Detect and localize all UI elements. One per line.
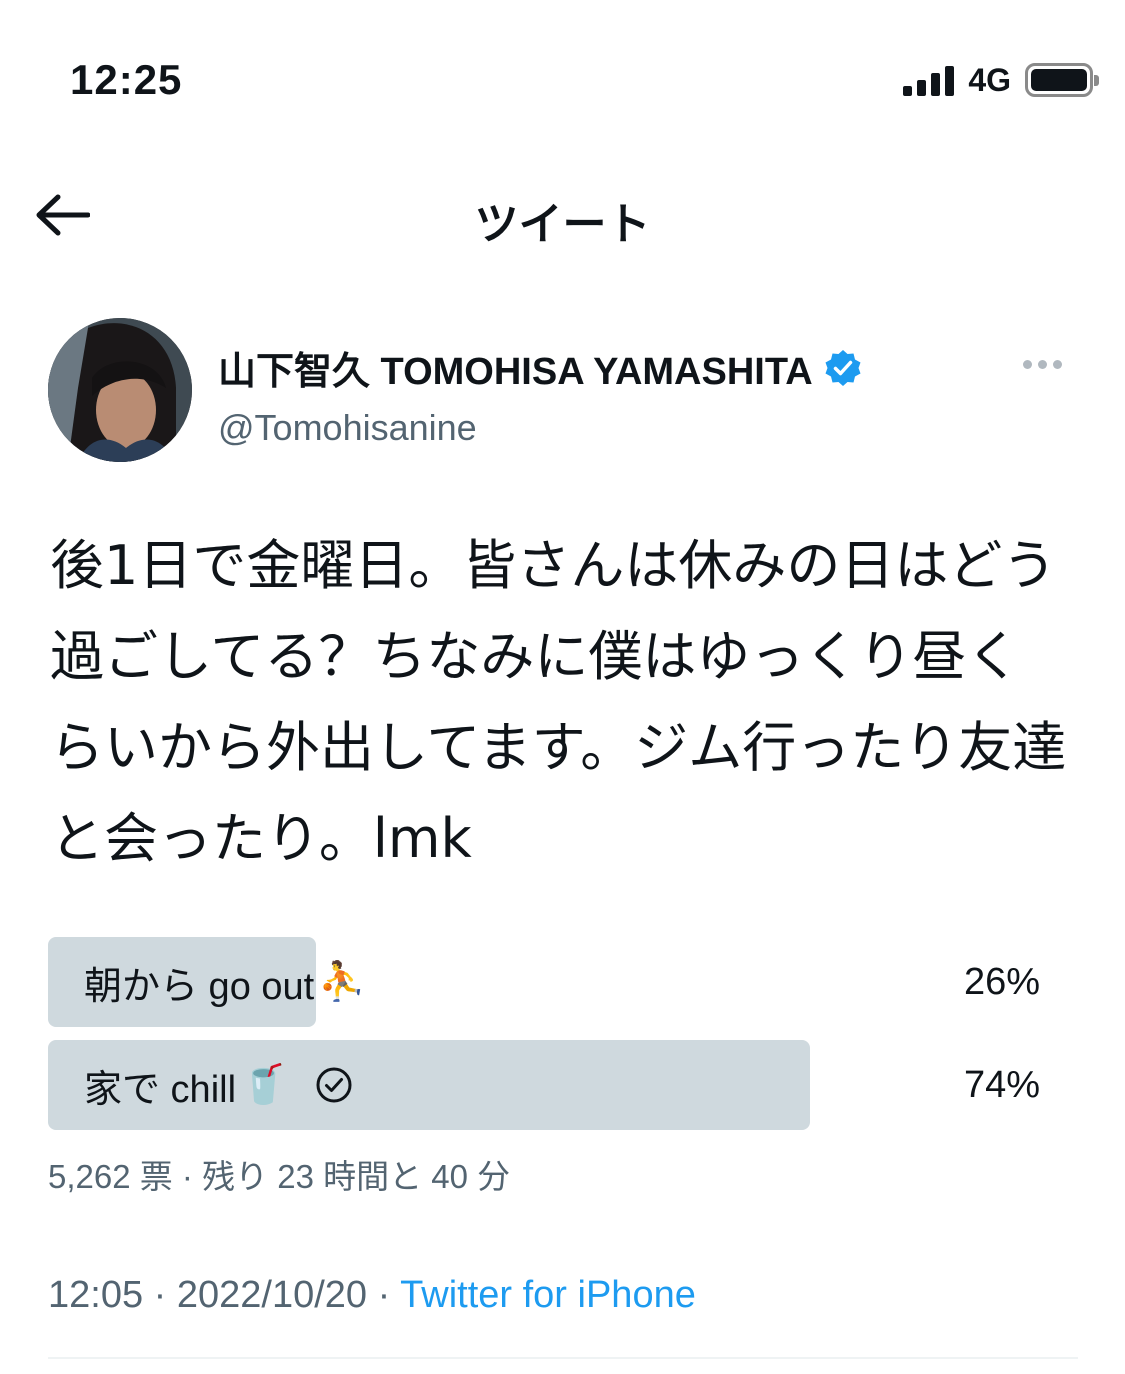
poll-option-label: 家で chill 🥤 <box>84 1040 353 1130</box>
poll: 朝から go out ⛹️ 26% 家で chill 🥤 74% 5,262 票… <box>48 937 1078 1198</box>
status-indicators: 4G <box>903 60 1099 100</box>
battery-icon <box>1025 63 1099 97</box>
poll-option-text: 朝から go out <box>84 965 315 1008</box>
poll-option-chill[interactable]: 家で chill 🥤 74% <box>48 1040 1078 1130</box>
status-bar: 12:25 4G <box>0 0 1125 140</box>
poll-option-go-out[interactable]: 朝から go out ⛹️ 26% <box>48 937 1078 1027</box>
avatar-photo <box>48 318 192 462</box>
poll-meta: 5,262 票 · 残り 23 時間と 40 分 <box>48 1158 511 1195</box>
more-dot-icon <box>1053 360 1062 369</box>
poll-option-text: 家で chill <box>84 1068 237 1111</box>
tweet-source-link[interactable]: Twitter for iPhone <box>400 1274 696 1316</box>
drink-cup-emoji-icon: 🥤 <box>240 1064 288 1106</box>
signal-strength-icon <box>903 64 955 96</box>
check-circle-icon <box>315 1066 353 1104</box>
tweet-meta: 12:05 · 2022/10/20 · Twitter for iPhone <box>48 1274 696 1317</box>
verified-badge-icon <box>825 349 861 386</box>
poll-option-percent: 74% <box>963 1063 1040 1106</box>
avatar[interactable] <box>48 318 192 462</box>
divider <box>48 1357 1078 1359</box>
author-handle[interactable]: @Tomohisanine <box>218 407 863 449</box>
tweet-text: 後1日で金曜日。皆さんは休みの日はどう過ごしてる？ちなみに僕はゆっくり昼くらいか… <box>50 534 1067 870</box>
tweet-date: 2022/10/20 <box>176 1274 368 1316</box>
meta-separator: · <box>143 1274 177 1316</box>
nav-bar: ツイート <box>0 160 1125 270</box>
poll-option-label: 朝から go out ⛹️ <box>84 937 366 1027</box>
author-name[interactable]: 山下智久 TOMOHISA YAMASHITA <box>218 340 863 395</box>
tweet-header: 山下智久 TOMOHISA YAMASHITA @Tomohisanine <box>48 318 1078 468</box>
page-title: ツイート <box>474 200 651 249</box>
poll-option-percent: 26% <box>963 960 1040 1003</box>
more-dot-icon <box>1023 360 1032 369</box>
more-options-button[interactable] <box>1015 352 1070 377</box>
network-type: 4G <box>968 61 1011 98</box>
status-time: 12:25 <box>70 56 183 103</box>
meta-separator: · <box>367 1274 401 1316</box>
tweet-time: 12:05 <box>48 1274 144 1316</box>
author-name-text: 山下智久 TOMOHISA YAMASHITA <box>218 351 813 393</box>
basketball-player-emoji-icon: ⛹️ <box>318 961 366 1003</box>
more-dot-icon <box>1038 360 1047 369</box>
author-info: 山下智久 TOMOHISA YAMASHITA @Tomohisanine <box>218 340 863 449</box>
